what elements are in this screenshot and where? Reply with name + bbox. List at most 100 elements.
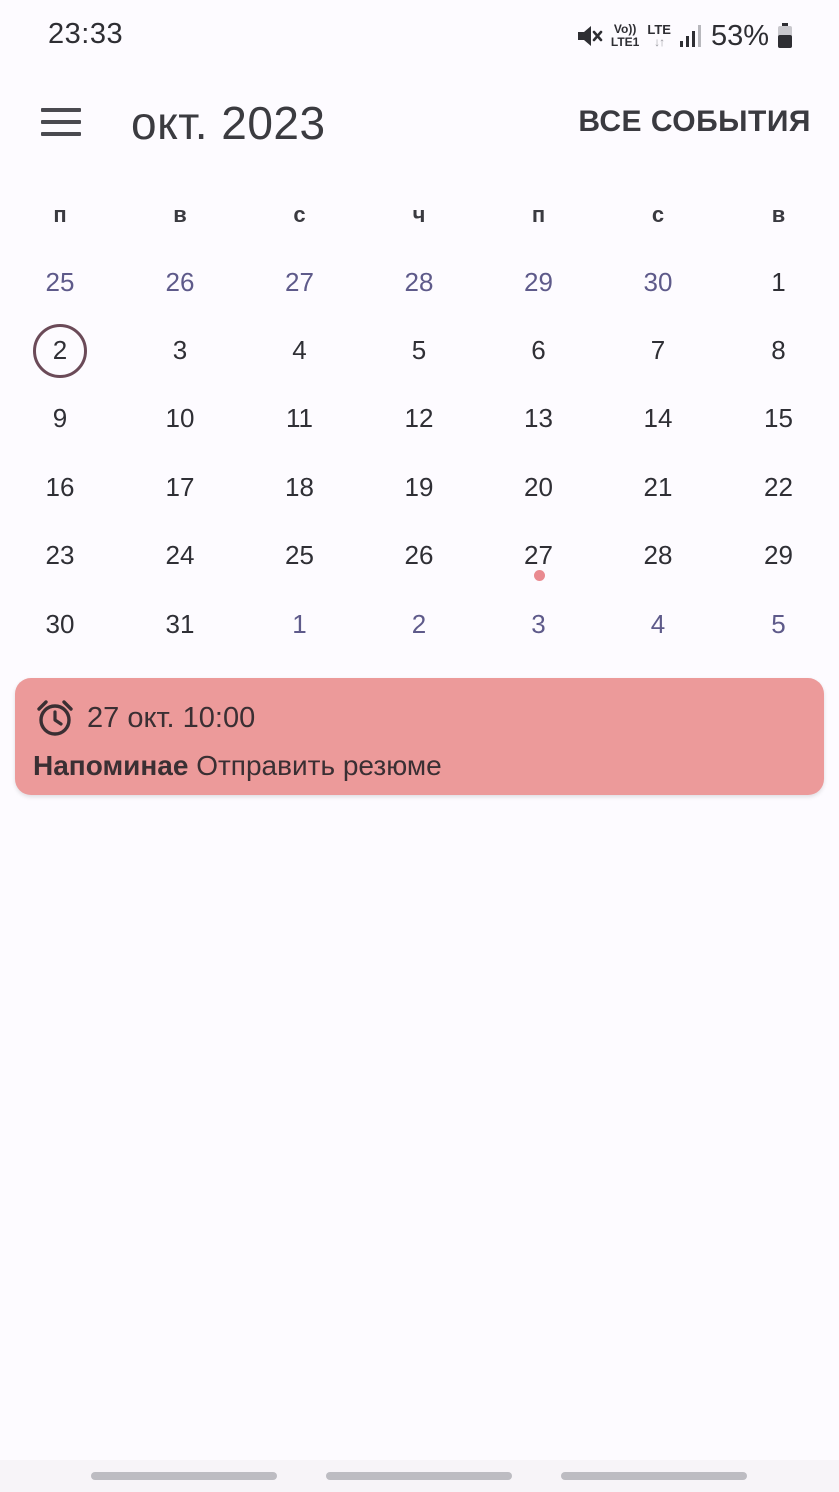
day-number: 2 bbox=[52, 335, 68, 366]
weekday-label: п bbox=[53, 202, 67, 227]
event-description: Напоминае Отправить резюме bbox=[33, 750, 442, 782]
day-number: 31 bbox=[165, 608, 195, 639]
day-cell[interactable]: 14 bbox=[598, 385, 718, 453]
day-cell[interactable]: 13 bbox=[479, 385, 598, 453]
day-number: 6 bbox=[531, 335, 546, 366]
day-cell[interactable]: 19 bbox=[359, 453, 479, 521]
day-cell[interactable]: 27 bbox=[479, 522, 598, 590]
mute-icon bbox=[575, 22, 603, 50]
volte-icon: Vo)) LTE1 bbox=[611, 23, 639, 49]
day-number: 30 bbox=[45, 608, 75, 639]
day-cell[interactable]: 5 bbox=[359, 316, 479, 384]
month-title[interactable]: окт. 2023 bbox=[131, 96, 326, 150]
day-number: 27 bbox=[524, 540, 553, 571]
day-cell[interactable]: 7 bbox=[598, 316, 718, 384]
battery-percent: 53% bbox=[710, 19, 769, 52]
weekday-label: с bbox=[293, 202, 306, 227]
day-number: 28 bbox=[404, 266, 434, 297]
navigation-bar bbox=[0, 1460, 839, 1492]
day-cell[interactable]: 18 bbox=[240, 453, 359, 521]
day-cell[interactable]: 12 bbox=[359, 385, 479, 453]
volte-bottom-label: LTE1 bbox=[610, 35, 640, 49]
day-cell[interactable]: 15 bbox=[718, 385, 839, 453]
day-cell[interactable]: 26 bbox=[359, 522, 479, 590]
day-number: 7 bbox=[650, 335, 666, 366]
day-number: 1 bbox=[292, 608, 307, 639]
day-cell[interactable]: 9 bbox=[0, 385, 120, 453]
day-cell[interactable]: 8 bbox=[718, 316, 839, 384]
day-number: 20 bbox=[524, 471, 553, 502]
nav-handle-center[interactable] bbox=[326, 1472, 512, 1480]
day-cell[interactable]: 26 bbox=[120, 248, 240, 316]
lte-arrows: ↓↑ bbox=[654, 35, 665, 49]
event-card[interactable]: 27 окт. 10:00 Напоминае Отправить резюме bbox=[15, 678, 824, 795]
day-number: 25 bbox=[45, 266, 75, 297]
calendar-screen: 23:33 Vo)) LTE1 LTE ↓↑ 53% окт. 2023 ВСЕ… bbox=[0, 0, 839, 1492]
day-cell[interactable]: 22 bbox=[718, 453, 839, 521]
hamburger-menu-icon[interactable] bbox=[36, 104, 86, 144]
battery-icon bbox=[777, 23, 793, 49]
day-number: 12 bbox=[404, 403, 434, 434]
day-cell[interactable]: 23 bbox=[0, 522, 120, 590]
weekday-label: в bbox=[771, 202, 786, 227]
day-number: 30 bbox=[643, 266, 673, 297]
day-cell[interactable]: 11 bbox=[240, 385, 359, 453]
day-cell[interactable]: 3 bbox=[479, 590, 598, 658]
nav-handle-right[interactable] bbox=[561, 1472, 747, 1480]
day-cell[interactable]: 1 bbox=[718, 248, 839, 316]
day-cell[interactable]: 21 bbox=[598, 453, 718, 521]
day-number: 2 bbox=[411, 608, 427, 639]
event-type-label: Напоминае bbox=[33, 750, 189, 781]
day-cell[interactable]: 1 bbox=[240, 590, 359, 658]
day-number: 21 bbox=[643, 471, 673, 502]
day-number: 17 bbox=[165, 471, 195, 502]
day-number: 19 bbox=[404, 471, 434, 502]
day-number: 23 bbox=[45, 540, 75, 571]
day-cell[interactable]: 31 bbox=[120, 590, 240, 658]
day-cell[interactable]: 4 bbox=[598, 590, 718, 658]
day-cell[interactable]: 20 bbox=[479, 453, 598, 521]
app-bar: окт. 2023 ВСЕ СОБЫТИЯ bbox=[0, 80, 839, 172]
day-cell[interactable]: 28 bbox=[598, 522, 718, 590]
day-number: 11 bbox=[286, 403, 313, 434]
month-grid: 25 26 27 28 29 30 1 2 3 4 5 6 7 8 9 10 11 12 13 14 15 16 17 18 1… bbox=[0, 248, 839, 658]
day-cell[interactable]: 29 bbox=[479, 248, 598, 316]
day-cell[interactable]: 2 bbox=[359, 590, 479, 658]
event-time-row: 27 окт. 10:00 bbox=[35, 698, 255, 738]
signal-icon bbox=[679, 24, 703, 48]
weekday-header: пвсчпсв bbox=[0, 195, 839, 235]
day-cell[interactable]: 17 bbox=[120, 453, 240, 521]
day-number: 8 bbox=[771, 335, 786, 366]
day-cell[interactable]: 16 bbox=[0, 453, 120, 521]
day-cell[interactable]: 5 bbox=[718, 590, 839, 658]
weekday-label: с bbox=[651, 202, 665, 227]
day-cell[interactable]: 30 bbox=[0, 590, 120, 658]
status-icons: Vo)) LTE1 LTE ↓↑ 53% bbox=[575, 18, 793, 54]
day-number: 4 bbox=[650, 608, 666, 639]
weekday-label: в bbox=[173, 202, 187, 227]
day-cell[interactable]: 29 bbox=[718, 522, 839, 590]
day-number: 29 bbox=[764, 540, 793, 571]
nav-handle-left[interactable] bbox=[91, 1472, 277, 1480]
weekday-label: ч bbox=[412, 202, 426, 227]
day-number: 22 bbox=[764, 471, 793, 502]
status-time: 23:33 bbox=[48, 18, 124, 50]
day-number: 26 bbox=[404, 540, 434, 571]
all-events-button[interactable]: ВСЕ СОБЫТИЯ bbox=[578, 105, 811, 139]
day-cell[interactable]: 25 bbox=[0, 248, 120, 316]
status-bar: 23:33 Vo)) LTE1 LTE ↓↑ 53% bbox=[0, 0, 839, 72]
day-number: 28 bbox=[643, 540, 673, 571]
day-cell[interactable]: 28 bbox=[359, 248, 479, 316]
day-cell[interactable]: 4 bbox=[240, 316, 359, 384]
day-number: 13 bbox=[524, 403, 553, 434]
day-cell[interactable]: 6 bbox=[479, 316, 598, 384]
day-number: 9 bbox=[52, 403, 68, 434]
day-cell[interactable]: 10 bbox=[120, 385, 240, 453]
day-cell[interactable]: 30 bbox=[598, 248, 718, 316]
day-cell[interactable]: 25 bbox=[240, 522, 359, 590]
alarm-clock-icon bbox=[35, 698, 75, 738]
day-cell[interactable]: 27 bbox=[240, 248, 359, 316]
day-cell[interactable]: 3 bbox=[120, 316, 240, 384]
day-cell-today[interactable]: 2 bbox=[0, 316, 120, 384]
day-cell[interactable]: 24 bbox=[120, 522, 240, 590]
